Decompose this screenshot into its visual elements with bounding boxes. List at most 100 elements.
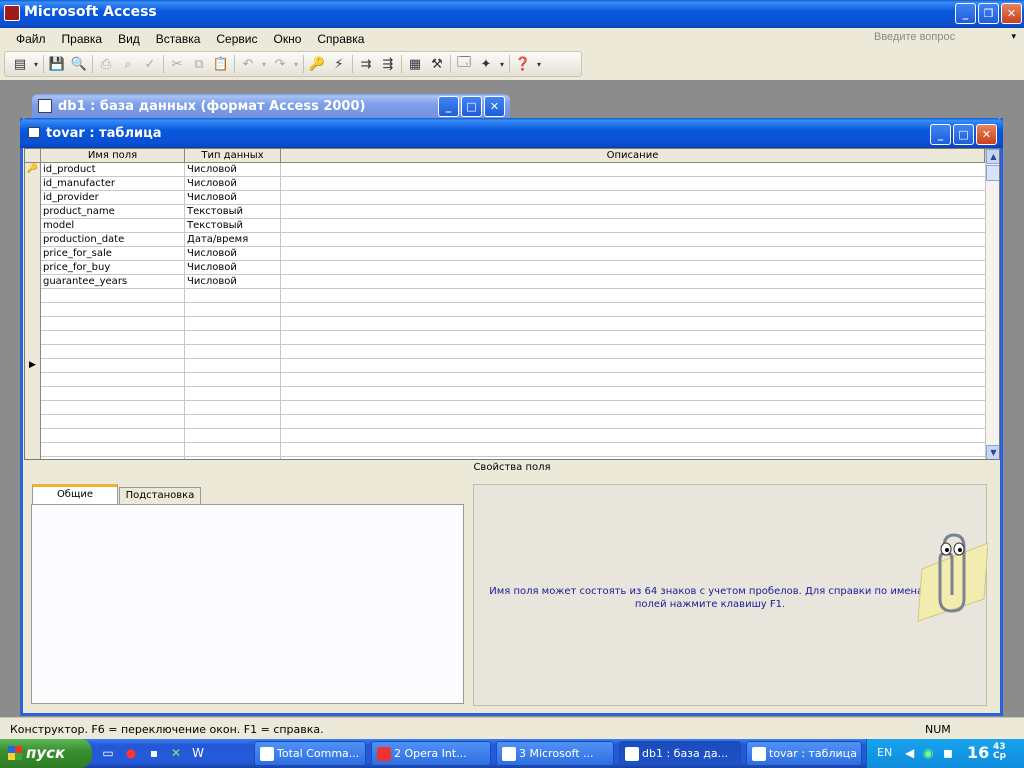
row-selector[interactable] xyxy=(25,205,41,219)
ask-question-box[interactable]: Введите вопрос xyxy=(870,30,1020,47)
row-selector[interactable] xyxy=(25,247,41,261)
field-name-cell[interactable] xyxy=(41,429,185,443)
task-tovar-table[interactable]: tovar : таблица xyxy=(746,741,862,766)
description-cell[interactable] xyxy=(281,359,985,373)
row-selector[interactable] xyxy=(25,429,41,443)
language-indicator[interactable]: EN xyxy=(877,746,892,759)
task-microsoft-word[interactable]: 3 Microsoft ... xyxy=(496,741,614,766)
data-type-cell[interactable] xyxy=(185,429,281,443)
description-cell[interactable] xyxy=(281,177,985,191)
field-name-cell[interactable]: price_for_sale xyxy=(41,247,185,261)
clock-hour[interactable]: 16 xyxy=(967,743,989,762)
data-type-cell[interactable] xyxy=(185,289,281,303)
description-cell[interactable] xyxy=(281,205,985,219)
scroll-thumb[interactable] xyxy=(986,165,999,181)
data-type-cell[interactable] xyxy=(185,387,281,401)
description-cell[interactable] xyxy=(281,191,985,205)
row-selector[interactable] xyxy=(25,275,41,289)
column-header-data-type[interactable]: Тип данных xyxy=(185,149,281,163)
field-name-cell[interactable]: guarantee_years xyxy=(41,275,185,289)
paste-icon[interactable]: 📋 xyxy=(210,54,232,74)
close-button[interactable]: ✕ xyxy=(1001,3,1022,24)
delete-rows-icon[interactable]: ⇶ xyxy=(377,54,399,74)
data-type-cell[interactable] xyxy=(185,457,281,459)
database-window-icon[interactable]: 🗔 xyxy=(453,54,475,74)
description-cell[interactable] xyxy=(281,373,985,387)
description-cell[interactable] xyxy=(281,247,985,261)
description-cell[interactable] xyxy=(281,163,985,177)
row-selector[interactable] xyxy=(25,401,41,415)
table-row[interactable]: model Текстовый xyxy=(25,219,985,233)
field-name-cell[interactable]: model xyxy=(41,219,185,233)
field-name-cell[interactable] xyxy=(41,331,185,345)
description-cell[interactable] xyxy=(281,289,985,303)
data-type-cell[interactable] xyxy=(185,401,281,415)
restore-button[interactable]: ❐ xyxy=(978,3,999,24)
row-selector[interactable] xyxy=(25,387,41,401)
db-minimize-button[interactable]: _ xyxy=(438,96,459,117)
tab-general[interactable]: Общие xyxy=(32,484,118,505)
menu-file[interactable]: Файл xyxy=(8,32,54,46)
data-type-cell[interactable]: Числовой xyxy=(185,275,281,289)
new-object-dropdown-icon[interactable]: ▾ xyxy=(497,54,507,74)
current-row-arrow-icon[interactable]: ▶ xyxy=(25,359,41,373)
new-object-icon[interactable]: ✦ xyxy=(475,54,497,74)
row-selector[interactable] xyxy=(25,191,41,205)
column-header-description[interactable]: Описание xyxy=(281,149,985,163)
view-icon[interactable]: ▤ xyxy=(9,54,31,74)
cut-icon[interactable]: ✂ xyxy=(166,54,188,74)
show-desktop-icon[interactable]: ▭ xyxy=(100,746,116,762)
menu-window[interactable]: Окно xyxy=(265,32,309,46)
data-type-cell[interactable] xyxy=(185,345,281,359)
builder-icon[interactable]: ⚒ xyxy=(426,54,448,74)
file-search-icon[interactable]: 🔍 xyxy=(68,54,90,74)
description-cell[interactable] xyxy=(281,429,985,443)
column-header-field-name[interactable]: Имя поля xyxy=(41,149,185,163)
volume-tray-icon[interactable]: ◼ xyxy=(943,746,953,760)
field-name-cell[interactable] xyxy=(41,303,185,317)
table-row[interactable]: ▶ xyxy=(25,359,985,373)
row-selector[interactable] xyxy=(25,331,41,345)
undo-dropdown-icon[interactable]: ▾ xyxy=(259,54,269,74)
table-row[interactable] xyxy=(25,331,985,345)
data-type-cell[interactable] xyxy=(185,317,281,331)
data-type-cell[interactable] xyxy=(185,359,281,373)
row-selector[interactable] xyxy=(25,233,41,247)
table-row[interactable]: id_manufacter Числовой xyxy=(25,177,985,191)
table-row[interactable]: production_date Дата/время xyxy=(25,233,985,247)
field-name-cell[interactable] xyxy=(41,359,185,373)
table-row[interactable]: 🔑 id_product Числовой xyxy=(25,163,985,177)
field-name-cell[interactable] xyxy=(41,317,185,331)
opera-quicklaunch-icon[interactable]: ● xyxy=(123,746,139,762)
table-row[interactable] xyxy=(25,289,985,303)
view-dropdown-icon[interactable]: ▾ xyxy=(31,54,41,74)
description-cell[interactable] xyxy=(281,303,985,317)
primary-key-icon[interactable]: 🔑 xyxy=(25,163,41,177)
clock-minutes-day[interactable]: 43 Ср xyxy=(993,743,1006,761)
table-row[interactable] xyxy=(25,443,985,457)
row-selector[interactable] xyxy=(25,219,41,233)
scroll-up-icon[interactable]: ▲ xyxy=(986,149,999,164)
description-cell[interactable] xyxy=(281,345,985,359)
table-row[interactable] xyxy=(25,317,985,331)
row-selector[interactable] xyxy=(25,177,41,191)
grid-vertical-scrollbar[interactable]: ▲ ▼ xyxy=(985,149,999,459)
table-row[interactable]: id_provider Числовой xyxy=(25,191,985,205)
app-title-bar[interactable]: Microsoft Access _ ❐ ✕ xyxy=(0,0,1024,28)
network-tray-icon[interactable]: ◉ xyxy=(923,746,933,760)
db-close-button[interactable]: ✕ xyxy=(484,96,505,117)
row-selector[interactable] xyxy=(25,289,41,303)
spelling-icon[interactable]: ✓ xyxy=(139,54,161,74)
description-cell[interactable] xyxy=(281,317,985,331)
properties-icon[interactable]: ▦ xyxy=(404,54,426,74)
data-type-cell[interactable] xyxy=(185,373,281,387)
redo-dropdown-icon[interactable]: ▾ xyxy=(291,54,301,74)
description-cell[interactable] xyxy=(281,275,985,289)
table-row[interactable] xyxy=(25,303,985,317)
description-cell[interactable] xyxy=(281,401,985,415)
table-row[interactable] xyxy=(25,415,985,429)
data-type-cell[interactable]: Текстовый xyxy=(185,219,281,233)
scroll-down-icon[interactable]: ▼ xyxy=(986,445,999,459)
undo-icon[interactable]: ↶ xyxy=(237,54,259,74)
table-minimize-button[interactable]: _ xyxy=(930,124,951,145)
